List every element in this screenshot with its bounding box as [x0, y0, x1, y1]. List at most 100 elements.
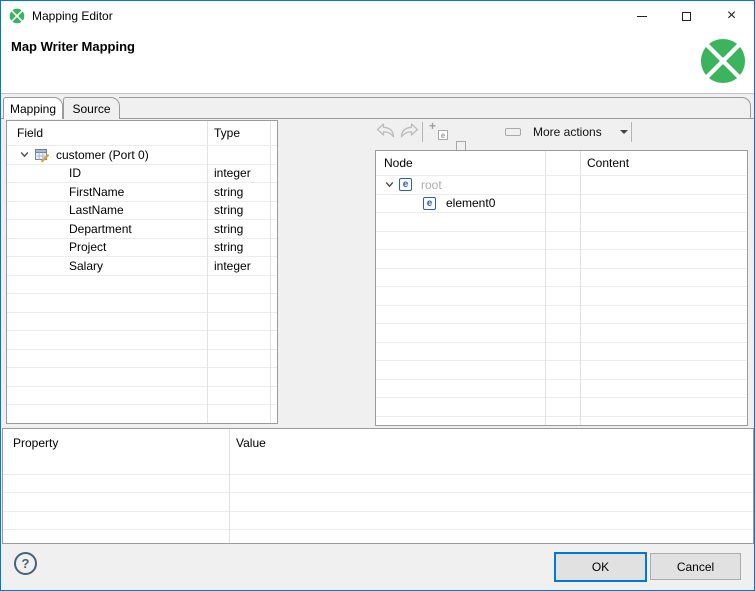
- empty-row: [7, 313, 277, 331]
- type-cell: string: [214, 221, 244, 236]
- element-icon: e: [399, 178, 412, 192]
- tab-source-label: Source: [72, 101, 111, 116]
- empty-row: [376, 324, 747, 343]
- field-cell: Project: [7, 239, 207, 257]
- property-table: Property Value: [2, 428, 754, 544]
- type-cell: integer: [214, 258, 251, 273]
- field-row[interactable]: Salary integer: [7, 257, 277, 276]
- empty-row: [7, 368, 277, 387]
- empty-row: [376, 213, 747, 232]
- column-header-node: Node: [384, 156, 413, 170]
- more-actions-label: More actions: [533, 124, 602, 139]
- toolbar-separator: [631, 122, 632, 142]
- column-separator: [545, 151, 546, 425]
- type-cell: integer: [214, 166, 251, 181]
- window-controls: ×: [619, 1, 754, 31]
- map-arrow-right-icon: [399, 123, 419, 138]
- field-row[interactable]: FirstName string: [7, 183, 277, 202]
- empty-row: [7, 276, 277, 294]
- window-title: Mapping Editor: [32, 9, 113, 23]
- node-mid-cell: [545, 176, 580, 194]
- empty-row: [376, 343, 747, 361]
- field-table: Field Type customer (Port 0) ID integer Fir…: [6, 120, 278, 424]
- column-separator: [270, 121, 271, 423]
- map-arrow-left-icon: [376, 123, 396, 138]
- field-label: ID: [69, 166, 81, 181]
- field-label: Salary: [69, 258, 104, 273]
- type-cell: string: [214, 184, 244, 199]
- field-row[interactable]: Department string: [7, 220, 277, 239]
- node-label: root: [421, 177, 442, 192]
- mapping-editor-window: Mapping Editor × Map Writer Mapping Mapp…: [0, 0, 755, 591]
- ok-button[interactable]: OK: [554, 552, 647, 582]
- close-button[interactable]: ×: [709, 1, 754, 31]
- field-cell: Salary: [7, 257, 207, 275]
- field-row[interactable]: Project string: [7, 239, 277, 257]
- empty-row: [7, 405, 277, 423]
- node-table: Node Content e root e element0: [375, 150, 748, 426]
- dropdown-arrow-icon: [619, 129, 628, 138]
- field-root-label: customer (Port 0): [56, 147, 149, 162]
- empty-row: [3, 512, 753, 530]
- column-header-type: Type: [214, 126, 241, 140]
- type-cell: string: [214, 203, 244, 218]
- node-cell: e element0: [376, 195, 545, 213]
- field-cell: Department: [7, 220, 207, 238]
- node-mid-cell: [545, 195, 580, 213]
- field-cell: FirstName: [7, 183, 207, 201]
- empty-row: [7, 331, 277, 350]
- node-cell: e root: [376, 176, 545, 194]
- page-title: Map Writer Mapping: [11, 39, 135, 54]
- empty-row: [7, 350, 277, 368]
- empty-row: [376, 398, 747, 417]
- field-label: LastName: [69, 203, 124, 218]
- empty-row: [7, 387, 277, 405]
- maximize-icon: [682, 11, 691, 21]
- empty-row: [3, 475, 753, 493]
- help-icon: ?: [21, 556, 30, 571]
- node-tree-row[interactable]: e root: [376, 176, 747, 195]
- empty-row: [376, 232, 747, 250]
- tab-folder-border: [119, 97, 751, 118]
- field-row[interactable]: LastName string: [7, 202, 277, 220]
- tab-mapping[interactable]: Mapping: [3, 97, 63, 119]
- empty-row: [3, 456, 753, 475]
- tab-source[interactable]: Source: [63, 97, 120, 119]
- more-actions-button[interactable]: More actions: [533, 122, 628, 141]
- type-cell: string: [214, 240, 244, 255]
- property-table-header: Property Value: [3, 429, 753, 456]
- help-button[interactable]: ?: [14, 552, 37, 575]
- node-label: element0: [446, 196, 496, 211]
- column-separator: [580, 151, 581, 425]
- clover-logo: [700, 38, 746, 84]
- field-tree-root-row[interactable]: customer (Port 0): [7, 146, 277, 165]
- empty-row: [376, 306, 747, 324]
- empty-row: [376, 380, 747, 398]
- record-icon: [34, 147, 50, 163]
- minimize-button[interactable]: [619, 1, 664, 31]
- field-label: Department: [69, 221, 132, 236]
- field-cell: ID: [7, 165, 207, 183]
- title-bar: Mapping Editor ×: [1, 1, 754, 31]
- empty-row: [376, 287, 747, 306]
- column-separator: [207, 121, 208, 423]
- close-icon: ×: [726, 7, 737, 24]
- chevron-down-icon[interactable]: [19, 149, 30, 160]
- toolbar-separator: [422, 122, 423, 142]
- empty-row: [376, 361, 747, 380]
- field-row[interactable]: ID integer: [7, 165, 277, 183]
- maximize-button[interactable]: [664, 1, 709, 31]
- column-header-property: Property: [13, 435, 59, 450]
- node-tree-row[interactable]: e element0: [376, 195, 747, 213]
- column-header-value: Value: [236, 435, 266, 450]
- column-header-field: Field: [17, 126, 44, 140]
- empty-row: [376, 269, 747, 287]
- field-cell: customer (Port 0): [7, 146, 207, 164]
- cancel-button[interactable]: Cancel: [650, 553, 741, 580]
- field-label: Project: [69, 240, 107, 255]
- chevron-down-icon[interactable]: [384, 179, 395, 190]
- field-table-header: Field Type: [7, 121, 277, 146]
- field-cell: LastName: [7, 202, 207, 220]
- clover-app-icon: [9, 8, 25, 24]
- element-icon: e: [423, 196, 436, 210]
